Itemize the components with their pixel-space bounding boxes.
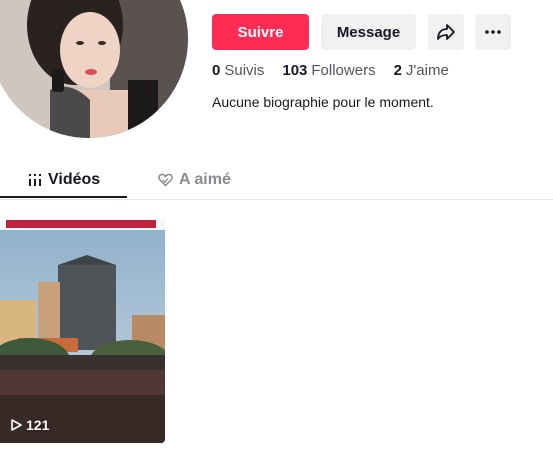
stat-likes-label: J'aime bbox=[405, 62, 449, 79]
tab-videos-label: Vidéos bbox=[48, 171, 101, 188]
heart-icon bbox=[158, 173, 173, 187]
play-icon bbox=[11, 419, 22, 431]
video-thumbnail-image bbox=[0, 220, 165, 443]
stat-followers-label: Followers bbox=[311, 62, 376, 79]
profile-stats: 0 Suivis 103 Followers 2 J'aime bbox=[212, 62, 449, 79]
profile-bio: Aucune biographie pour le moment. bbox=[212, 94, 434, 110]
tab-liked[interactable]: A aimé bbox=[158, 162, 231, 198]
share-button[interactable] bbox=[428, 14, 464, 50]
tab-videos[interactable]: Vidéos bbox=[28, 162, 100, 198]
share-icon bbox=[437, 24, 455, 40]
stat-followers-value: 103 bbox=[282, 62, 308, 79]
stat-following-value: 0 bbox=[212, 62, 221, 79]
follow-button-label: Suivre bbox=[237, 23, 284, 41]
grid-icon bbox=[29, 174, 41, 186]
avatar-image bbox=[0, 0, 188, 138]
stat-followers[interactable]: 103 Followers bbox=[282, 62, 375, 79]
more-options-button[interactable] bbox=[475, 14, 511, 50]
stat-likes: 2 J'aime bbox=[394, 62, 449, 79]
stat-following-label: Suivis bbox=[224, 62, 265, 79]
video-views-value: 121 bbox=[26, 417, 50, 433]
tab-active-indicator bbox=[0, 196, 127, 198]
message-button-label: Message bbox=[336, 23, 401, 41]
message-button[interactable]: Message bbox=[321, 14, 416, 50]
video-thumbnail[interactable]: 121 bbox=[0, 220, 165, 443]
profile-tabs: Vidéos A aimé bbox=[0, 162, 553, 200]
follow-button[interactable]: Suivre bbox=[212, 14, 309, 50]
stat-following[interactable]: 0 Suivis bbox=[212, 62, 264, 79]
video-view-count: 121 bbox=[10, 417, 49, 433]
avatar[interactable] bbox=[0, 0, 188, 138]
stat-likes-value: 2 bbox=[393, 62, 402, 79]
more-icon bbox=[485, 30, 501, 34]
tab-liked-label: A aimé bbox=[179, 171, 231, 188]
